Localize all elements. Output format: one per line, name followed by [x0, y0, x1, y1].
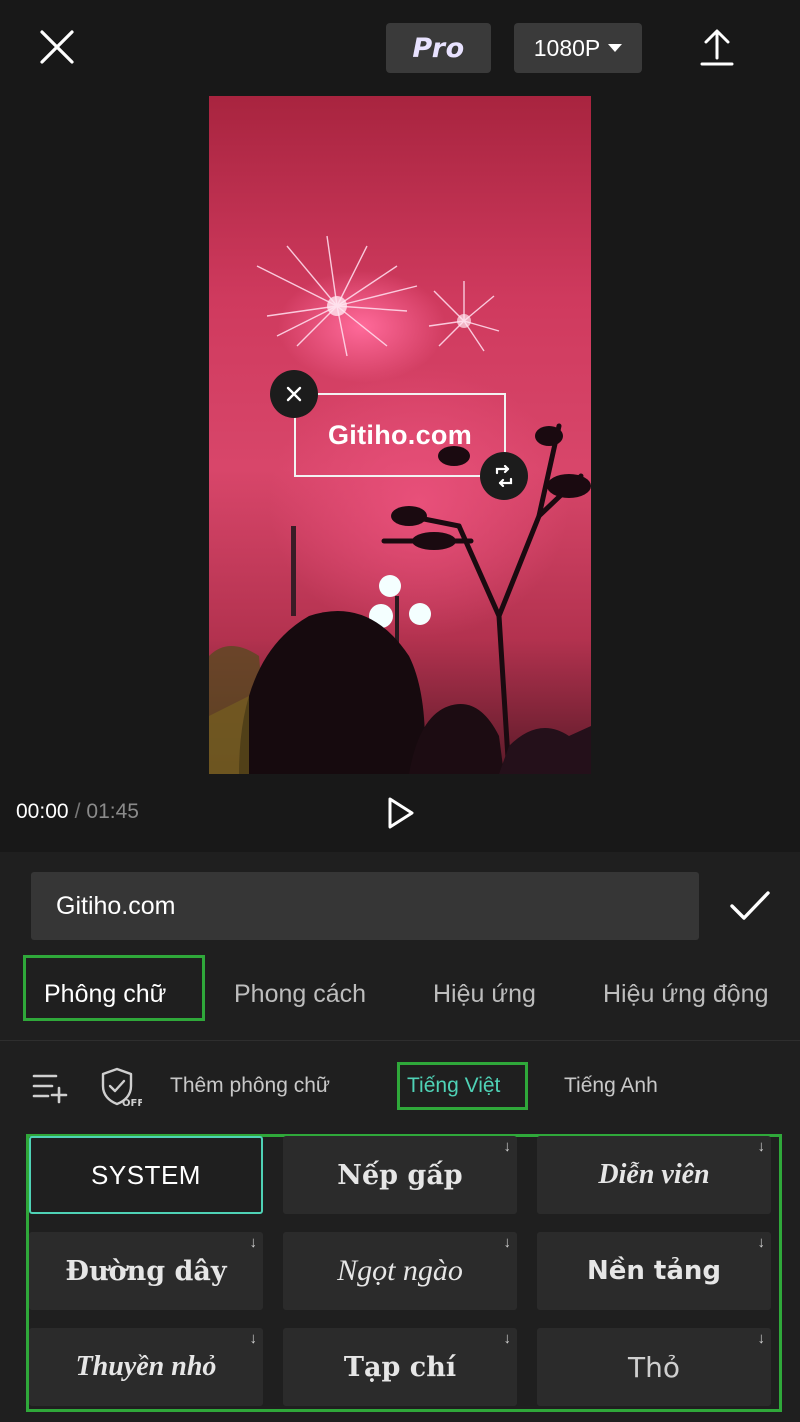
- confirm-check-icon[interactable]: [728, 888, 772, 924]
- rotate-scale-icon[interactable]: [480, 452, 528, 500]
- tab-font[interactable]: Phông chữ: [44, 980, 166, 1009]
- font-option-thuyen-nho[interactable]: Thuyền nhỏ ↓: [29, 1328, 263, 1406]
- download-icon: ↓: [249, 1234, 258, 1251]
- divider: [0, 1040, 800, 1041]
- font-option-system[interactable]: SYSTEM: [29, 1136, 263, 1214]
- time-separator: /: [74, 800, 81, 823]
- total-time: 01:45: [86, 800, 139, 823]
- play-icon[interactable]: [386, 796, 416, 830]
- timecode: 00:00/01:45: [16, 800, 139, 824]
- font-label: SYSTEM: [91, 1159, 201, 1190]
- add-font-link[interactable]: Thêm phông chữ: [170, 1074, 330, 1098]
- font-label: Nền tảng: [586, 1256, 722, 1286]
- download-icon: ↓: [757, 1138, 766, 1155]
- font-label: Ngọt ngào: [337, 1254, 463, 1287]
- download-icon: ↓: [757, 1330, 766, 1347]
- font-label: Đường dây: [65, 1255, 227, 1287]
- download-icon: ↓: [503, 1234, 512, 1251]
- resolution-label: 1080P: [533, 34, 601, 61]
- font-option-nen-tang[interactable]: Nền tảng ↓: [537, 1232, 771, 1310]
- filter-vietnamese[interactable]: Tiếng Việt: [407, 1074, 500, 1098]
- font-label: Tạp chí: [343, 1351, 457, 1383]
- manage-fonts-icon[interactable]: [32, 1072, 68, 1109]
- font-label: Thỏ: [628, 1350, 680, 1384]
- delete-overlay-icon[interactable]: [270, 370, 318, 418]
- tab-effects[interactable]: Hiệu ứng: [433, 980, 536, 1009]
- svg-text:OFF: OFF: [122, 1098, 142, 1108]
- tab-style[interactable]: Phong cách: [234, 980, 366, 1009]
- font-option-dien-vien[interactable]: Diễn viên ↓: [537, 1136, 771, 1214]
- text-overlay[interactable]: Gitiho.com: [294, 393, 506, 477]
- filter-english[interactable]: Tiếng Anh: [564, 1074, 658, 1098]
- tab-animation[interactable]: Hiệu ứng động: [603, 980, 768, 1009]
- font-option-tap-chi[interactable]: Tạp chí ↓: [283, 1328, 517, 1406]
- font-label: Nếp gấp: [337, 1159, 463, 1191]
- download-icon: ↓: [249, 1330, 258, 1347]
- export-icon[interactable]: [698, 28, 736, 68]
- font-option-tho[interactable]: Thỏ ↓: [537, 1328, 771, 1406]
- download-icon: ↓: [503, 1330, 512, 1347]
- font-option-nep-gap[interactable]: Nếp gấp ↓: [283, 1136, 517, 1214]
- current-time: 00:00: [16, 800, 69, 823]
- caret-down-icon: [608, 44, 623, 52]
- resolution-dropdown[interactable]: 1080P: [514, 23, 642, 73]
- pro-button[interactable]: Pro: [386, 23, 491, 73]
- close-icon[interactable]: [36, 26, 78, 68]
- font-option-ngot-ngao[interactable]: Ngọt ngào ↓: [283, 1232, 517, 1310]
- text-input[interactable]: [31, 872, 699, 940]
- font-option-duong-day[interactable]: Đường dây ↓: [29, 1232, 263, 1310]
- top-bar: Pro 1080P: [0, 0, 800, 96]
- font-label: Diễn viên: [598, 1159, 710, 1190]
- font-copyright-off-icon[interactable]: OFF: [100, 1066, 144, 1113]
- download-icon: ↓: [757, 1234, 766, 1251]
- font-label: Thuyền nhỏ: [75, 1351, 217, 1382]
- download-icon: ↓: [503, 1138, 512, 1155]
